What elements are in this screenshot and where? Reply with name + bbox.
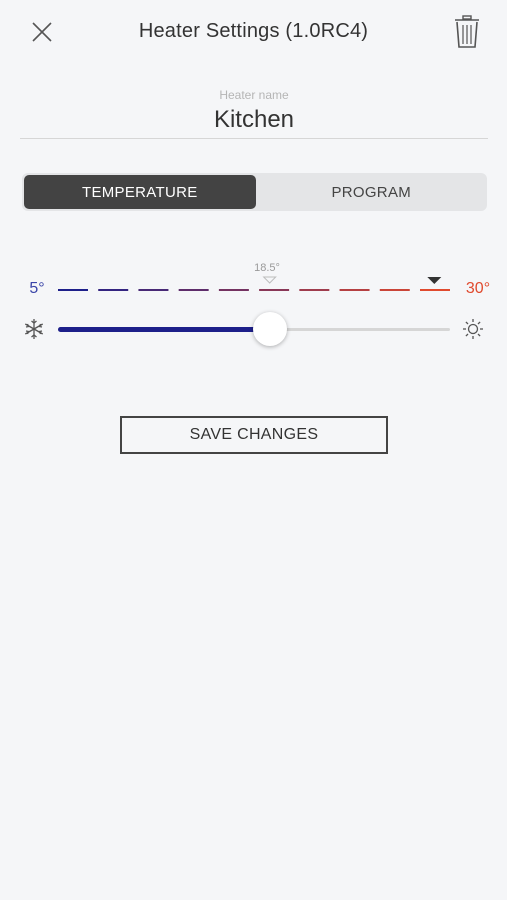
close-button[interactable] — [26, 16, 58, 48]
heater-name-label: Heater name — [219, 88, 289, 102]
slider-thumb[interactable] — [253, 312, 287, 346]
trash-icon — [455, 15, 479, 48]
current-temperature-label: 18.5° — [254, 262, 280, 274]
save-changes-button[interactable]: SAVE CHANGES — [120, 416, 388, 454]
slider-fill — [58, 327, 270, 332]
temperature-slider[interactable] — [58, 310, 450, 350]
delete-button[interactable] — [453, 14, 481, 50]
range-marker-icon — [427, 277, 442, 284]
page-title: Heater Settings (1.0RC4) — [138, 20, 369, 42]
heater-name-value[interactable]: Kitchen — [20, 105, 488, 135]
close-icon — [32, 22, 52, 42]
tab-program[interactable]: PROGRAM — [256, 173, 488, 211]
heater-name-field[interactable]: Heater name Kitchen — [20, 88, 488, 139]
heater-name-underline — [20, 138, 488, 139]
current-temperature-marker — [262, 276, 277, 284]
snowflake-icon — [24, 319, 44, 339]
tab-temperature[interactable]: TEMPERATURE — [24, 175, 256, 209]
sun-icon — [463, 319, 483, 339]
header: Heater Settings (1.0RC4) — [0, 0, 507, 66]
mode-tabs: TEMPERATURE PROGRAM — [22, 173, 487, 211]
